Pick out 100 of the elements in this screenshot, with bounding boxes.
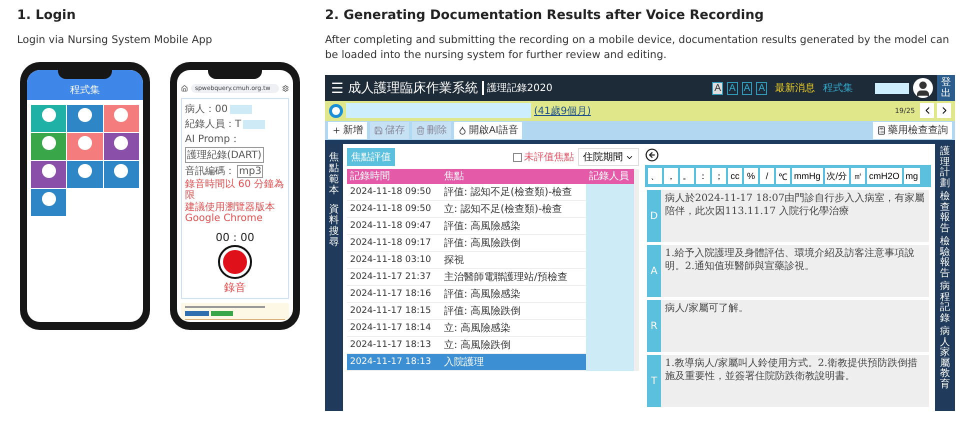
column-header: 記錄時間	[347, 169, 441, 184]
symbol-button[interactable]: cmH2O	[867, 168, 902, 184]
table-cell[interactable]: 評值: 高風險感染	[441, 286, 586, 303]
patient-label: 病人：00	[185, 102, 228, 116]
table-cell[interactable]: 2024-11-18 03:10	[347, 252, 441, 269]
tile-icon	[114, 108, 128, 122]
settings-icon[interactable]	[282, 85, 289, 92]
app-tile[interactable]	[67, 161, 103, 188]
table-cell[interactable]: 2024-11-17 18:14	[347, 320, 441, 337]
home-icon[interactable]	[181, 85, 188, 92]
symbol-button[interactable]: /	[760, 168, 774, 184]
symbol-button[interactable]: 次/分	[824, 168, 850, 184]
table-cell[interactable]: 2024-11-17 18:13	[347, 337, 441, 354]
side-tab[interactable]: 焦點範本	[329, 152, 339, 196]
note-text[interactable]: 病人於2024-11-17 18:07由門診自行步入入病室，有家屬陪伴，此次因113.11.17 入院行化學治療	[661, 190, 929, 242]
redacted-block	[875, 82, 909, 94]
column-header: 記錄人員	[586, 169, 634, 184]
table-cell[interactable]: 2024-11-18 09:50	[347, 184, 441, 201]
app-tile[interactable]	[31, 133, 66, 160]
programs-link[interactable]: 程式集	[823, 81, 853, 96]
app-tile[interactable]	[104, 161, 139, 188]
drug-lookup-button[interactable]: 藥用檢查查詢	[873, 122, 952, 139]
back-icon[interactable]	[645, 148, 659, 162]
font-size-button[interactable]: A	[756, 82, 767, 95]
add-icon	[332, 126, 341, 135]
prompt-select[interactable]: 護理紀錄(DART)	[185, 147, 264, 163]
table-cell[interactable]: 2024-11-17 18:15	[347, 303, 441, 320]
side-tab[interactable]: 資料搜尋	[329, 204, 339, 248]
symbol-button[interactable]: mg	[904, 168, 920, 184]
table-cell[interactable]: 立: 認知不足(檢查類)-檢查	[441, 201, 586, 218]
app-tile[interactable]	[31, 105, 66, 132]
voice-button[interactable]: 開啟AI語音	[454, 122, 522, 139]
add-button[interactable]: 新增	[328, 122, 367, 139]
note-text[interactable]: 1.教導病人/家屬叫人鈴使用方式。2.衛教提供預防跌倒措施及重要性，並簽署住院防跌衛教說明書。	[661, 355, 929, 407]
timer-text: 00 : 00	[214, 231, 256, 244]
phone-notch	[208, 68, 262, 79]
note-text[interactable]: 病人/家屬可了解。	[661, 300, 929, 352]
period-dropdown[interactable]: 住院期間	[578, 148, 639, 166]
news-link[interactable]: 最新消息	[775, 81, 815, 96]
recorder-label: 紀錄人員：T	[185, 118, 242, 131]
redacted-block	[586, 354, 634, 371]
user-avatar[interactable]	[913, 78, 933, 98]
table-cell[interactable]: 2024-11-17 18:16	[347, 286, 441, 303]
side-tab[interactable]: 病人家屬教育	[940, 327, 950, 390]
tile-icon	[42, 164, 56, 178]
symbol-button[interactable]: mmHg	[792, 168, 822, 184]
font-size-button[interactable]: A	[712, 82, 723, 95]
age-link[interactable]: (41歲9個月)	[534, 104, 591, 118]
table-cell[interactable]: 主治醫師電聯護理站/預檢查	[441, 269, 586, 286]
phone-notch	[58, 68, 112, 79]
menu-button[interactable]: ☰	[331, 80, 344, 96]
note-text[interactable]: 1.給予入院護理及身體評估、環境介紹及訪客注意事項說明。2.通知值班醫師與宣藥診視。	[661, 245, 929, 297]
table-cell[interactable]: 2024-11-18 09:47	[347, 218, 441, 235]
app-tile[interactable]	[67, 133, 103, 160]
table-cell[interactable]: 立: 高風險跌倒	[441, 337, 586, 354]
symbol-button[interactable]: ℃	[776, 168, 790, 184]
table-cell[interactable]: 2024-11-18 09:17	[347, 235, 441, 252]
next-button[interactable]	[937, 103, 951, 118]
section-description: After completing and submitting the recording on a mobile device, documentation results generated by the model can be loaded into the nursing system for further review and editing.	[325, 33, 950, 63]
side-tab[interactable]: 檢查報告	[940, 192, 950, 234]
table-cell[interactable]: 評值: 高風險感染	[441, 218, 586, 235]
app-tile[interactable]	[31, 189, 66, 216]
redacted-block	[243, 120, 266, 128]
font-size-button[interactable]: A	[726, 82, 738, 95]
table-cell[interactable]: 2024-11-17 21:37	[347, 269, 441, 286]
app-subtitle: 護理記錄2020	[482, 81, 552, 96]
symbol-button[interactable]: 。	[680, 168, 694, 184]
side-tab[interactable]: 病程記錄	[940, 282, 950, 324]
logout-button[interactable]: 登出	[937, 75, 955, 104]
unevaluated-checkbox[interactable]: 未評值焦點	[513, 150, 574, 164]
side-tab[interactable]: 檢驗報告	[940, 237, 950, 279]
table-cell[interactable]: 評值: 高風險跌倒	[441, 235, 586, 252]
symbol-button[interactable]: ，	[664, 168, 678, 184]
symbol-button[interactable]: %	[744, 168, 758, 184]
symbol-button[interactable]: ；	[712, 168, 726, 184]
encoding-select[interactable]: mp3	[237, 164, 264, 178]
tile-icon	[114, 164, 128, 178]
record-button[interactable]	[218, 245, 252, 279]
previous-button[interactable]	[920, 103, 934, 118]
table-cell[interactable]: 探視	[441, 252, 586, 269]
font-size-button[interactable]: A	[742, 82, 752, 95]
table-cell[interactable]: 評值: 高風險跌倒	[441, 303, 586, 320]
dart-letter: D	[647, 190, 661, 242]
app-tile[interactable]	[31, 161, 66, 188]
app-tile[interactable]	[104, 133, 139, 160]
symbol-button[interactable]: 、	[648, 168, 662, 184]
app-tile[interactable]	[104, 105, 139, 132]
column-header: 焦點	[441, 169, 586, 184]
section-heading: 2. Generating Documentation Results after Voice Recording	[325, 8, 765, 23]
symbol-button[interactable]: ㎡	[851, 168, 866, 184]
table-cell[interactable]: 2024-11-18 09:50	[347, 201, 441, 218]
symbol-button[interactable]: cc	[728, 168, 742, 184]
symbol-button[interactable]: ：	[696, 168, 710, 184]
app-tile[interactable]	[67, 105, 103, 132]
table-cell[interactable]: 評值: 認知不足(檢查類)-檢查	[441, 184, 586, 201]
tile-icon	[114, 136, 128, 150]
scrollbar[interactable]	[634, 169, 639, 371]
dart-letter: A	[647, 245, 661, 297]
table-cell[interactable]: 立: 高風險感染	[441, 320, 586, 337]
side-tab[interactable]: 護理計劃	[940, 147, 950, 189]
